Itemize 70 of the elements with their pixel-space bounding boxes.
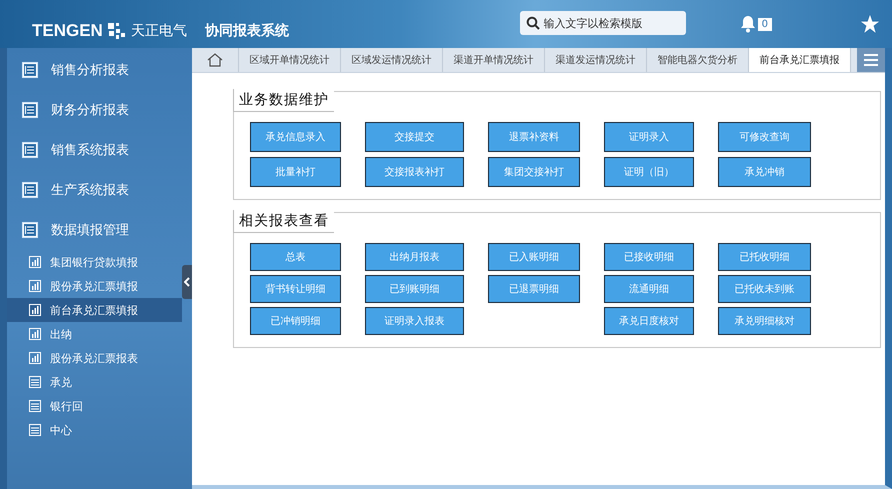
menu-button[interactable] — [857, 48, 885, 72]
book-icon — [21, 221, 39, 239]
action-button[interactable]: 退票补资料 — [488, 122, 580, 152]
action-button[interactable]: 交接报表补打 — [365, 157, 464, 187]
sidebar-item[interactable]: 中心 — [7, 418, 182, 442]
menu-icon — [864, 54, 878, 66]
chevron-left-icon — [184, 277, 190, 287]
action-button[interactable]: 已到账明细 — [365, 275, 464, 303]
action-button[interactable]: 已接收明细 — [604, 243, 694, 271]
sidebar-item[interactable]: 集团银行贷款填报 — [7, 250, 182, 274]
book-icon — [21, 101, 39, 119]
action-button[interactable]: 流通明细 — [604, 275, 694, 303]
action-button[interactable]: 证明录入 — [604, 122, 694, 152]
sidebar-item[interactable]: 出纳 — [7, 322, 182, 346]
sidebar-item[interactable]: 承兑 — [7, 370, 182, 394]
sidebar-item[interactable]: 销售系统报表 — [7, 130, 192, 170]
sidebar-item[interactable]: 生产系统报表 — [7, 170, 192, 210]
collapse-handle[interactable] — [182, 265, 192, 299]
bar-chart-icon — [29, 304, 41, 316]
table-icon — [29, 376, 41, 388]
book-icon — [21, 141, 39, 159]
bar-chart-icon — [29, 352, 41, 364]
action-button[interactable]: 交接提交 — [365, 122, 464, 152]
action-button[interactable]: 承兑日度核对 — [604, 307, 694, 335]
section-title: 业务数据维护 — [233, 89, 334, 112]
action-button[interactable]: 集团交接补打 — [488, 157, 580, 187]
action-button[interactable]: 承兑信息录入 — [250, 122, 341, 152]
tab[interactable]: 渠道发运情况统计 — [545, 48, 647, 72]
sidebar-item[interactable]: 前台承兑汇票填报 — [7, 298, 182, 322]
bell-icon[interactable] — [740, 15, 756, 33]
tab[interactable]: 渠道开单情况统计 — [443, 48, 545, 72]
bar-chart-icon — [29, 328, 41, 340]
table-icon — [29, 400, 41, 412]
sidebar-item[interactable]: 财务分析报表 — [7, 90, 192, 130]
logo-icon — [106, 21, 127, 41]
section-title: 相关报表查看 — [233, 210, 334, 233]
book-icon — [21, 181, 39, 199]
action-button[interactable]: 证明录入报表 — [365, 307, 464, 335]
table-icon — [29, 424, 41, 436]
bar-chart-icon — [29, 256, 41, 268]
sidebar-item[interactable]: 销售分析报表 — [7, 50, 192, 90]
action-button[interactable]: 证明（旧） — [604, 157, 694, 187]
action-button[interactable]: 已托收明细 — [718, 243, 811, 271]
action-button[interactable]: 总表 — [250, 243, 341, 271]
tab[interactable]: 区域发运情况统计 — [341, 48, 443, 72]
sidebar-item[interactable]: 数据填报管理 — [7, 210, 192, 250]
notification-count: 0 — [758, 18, 772, 30]
action-button[interactable]: 批量补打 — [250, 157, 341, 187]
sidebar-item[interactable]: 股份承兑汇票报表 — [7, 346, 182, 370]
action-button[interactable]: 已冲销明细 — [250, 307, 341, 335]
action-button[interactable]: 已托收未到账 — [718, 275, 811, 303]
action-button[interactable]: 已入账明细 — [488, 243, 580, 271]
action-button[interactable]: 已退票明细 — [488, 275, 580, 303]
tab[interactable]: 区域开单情况统计 — [239, 48, 341, 72]
action-button[interactable]: 可修改查询 — [718, 122, 811, 152]
star-icon[interactable] — [860, 14, 880, 34]
sidebar-item[interactable]: 银行回 — [7, 394, 182, 418]
company-name: 天正电气 — [130, 22, 187, 40]
bar-chart-icon — [29, 280, 41, 292]
system-title: 协同报表系统 — [204, 22, 289, 40]
brand-logo-text: TENGEN — [32, 21, 103, 41]
sidebar-item[interactable]: 股份承兑汇票填报 — [7, 274, 182, 298]
tab[interactable]: 前台承兑汇票填报 — [749, 48, 851, 72]
action-button[interactable]: 承兑冲销 — [718, 157, 811, 187]
book-icon — [21, 61, 39, 79]
action-button[interactable]: 出纳月报表 — [365, 243, 464, 271]
action-button[interactable]: 背书转让明细 — [250, 275, 341, 303]
home-icon — [207, 53, 223, 67]
search-field[interactable]: 输入文字以检索模版 — [520, 11, 686, 35]
action-button[interactable]: 承兑明细核对 — [718, 307, 811, 335]
